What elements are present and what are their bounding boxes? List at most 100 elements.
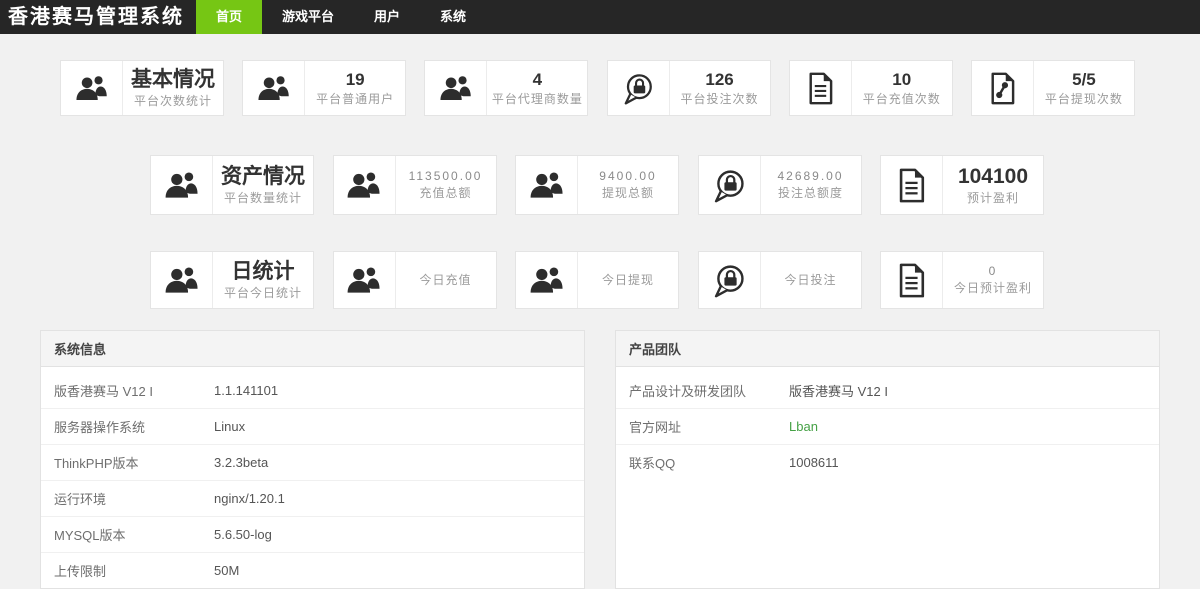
stat-subtitle: 平台次数统计 (134, 94, 212, 108)
product-team-panel: 产品团队 产品设计及研发团队 版香港赛马 V12 I 官方网址 Lban 联系Q… (615, 330, 1160, 589)
file-share-icon (972, 61, 1034, 115)
stat-subtitle: 平台普通用户 (316, 92, 394, 106)
info-row: 运行环境 nginx/1.20.1 (41, 480, 584, 516)
stat-value: 0 (989, 265, 998, 279)
info-row: 产品设计及研发团队 版香港赛马 V12 I (616, 373, 1159, 408)
users-icon (516, 156, 578, 214)
stat-subtitle: 充值总额 (419, 186, 471, 200)
info-label: 上传限制 (54, 561, 214, 580)
stat-card-bet-total: 42689.00 投注总额度 (698, 155, 862, 215)
stat-value: 9400.00 (599, 170, 656, 184)
info-label: MYSQL版本 (54, 525, 214, 544)
info-label: 运行环境 (54, 489, 214, 508)
stats-row-basic: 基本情况 平台次数统计 19 平台普通用户 4 平台代理商数量 126 平台投注… (60, 60, 1135, 116)
nav-item-home[interactable]: 首页 (196, 0, 262, 34)
stat-subtitle: 平台投注次数 (681, 92, 759, 106)
stat-subtitle: 预计盈利 (967, 191, 1019, 205)
info-label: 产品设计及研发团队 (629, 381, 789, 400)
info-label: 官方网址 (629, 417, 789, 436)
stat-card-bet-count: 126 平台投注次数 (607, 60, 771, 116)
stat-value: 126 (705, 70, 733, 90)
info-label: ThinkPHP版本 (54, 453, 214, 472)
info-value: 1.1.141101 (214, 383, 278, 398)
stat-card-basic-overview: 基本情况 平台次数统计 (60, 60, 224, 116)
stat-subtitle: 投注总额度 (778, 186, 843, 200)
stat-card-recharge-total: 113500.00 充值总额 (333, 155, 497, 215)
info-value: 3.2.3beta (214, 455, 268, 470)
info-value: 版香港赛马 V12 I (789, 381, 888, 400)
stat-card-agents: 4 平台代理商数量 (424, 60, 588, 116)
info-row: 官方网址 Lban (616, 408, 1159, 444)
stats-row-assets: 资产情况 平台数量统计 113500.00 充值总额 9400.00 提现总额 … (150, 155, 1044, 215)
stat-value: 104100 (958, 165, 1028, 189)
stat-subtitle: 今日提现 (602, 273, 654, 287)
stat-subtitle: 平台充值次数 (863, 92, 941, 106)
top-navbar: 香港赛马管理系统 首页 游戏平台 用户 系统 (0, 0, 1200, 34)
panel-title: 系统信息 (41, 331, 584, 367)
info-row: 版香港赛马 V12 I 1.1.141101 (41, 373, 584, 408)
stat-card-today-profit: 0 今日预计盈利 (880, 251, 1044, 309)
stat-title: 日统计 (232, 260, 295, 284)
chat-lock-icon (699, 156, 761, 214)
file-text-icon (881, 156, 943, 214)
file-text-icon (790, 61, 852, 115)
chat-lock-icon (699, 252, 761, 308)
users-icon (334, 156, 396, 214)
stat-value: 42689.00 (777, 170, 843, 184)
info-value: 5.6.50-log (214, 527, 272, 542)
info-value: nginx/1.20.1 (214, 491, 285, 506)
info-label: 版香港赛马 V12 I (54, 381, 214, 400)
stat-title: 基本情况 (131, 68, 215, 92)
info-row: 联系QQ 1008611 (616, 444, 1159, 480)
stat-card-today-overview: 日统计 平台今日统计 (150, 251, 314, 309)
users-icon (151, 252, 213, 308)
stat-subtitle: 提现总额 (602, 186, 654, 200)
stat-card-today-bet: 今日投注 (698, 251, 862, 309)
users-icon (243, 61, 305, 115)
stat-card-expected-profit: 104100 预计盈利 (880, 155, 1044, 215)
info-value: 50M (214, 563, 239, 578)
info-panels: 系统信息 版香港赛马 V12 I 1.1.141101 服务器操作系统 Linu… (40, 330, 1160, 589)
info-label: 服务器操作系统 (54, 417, 214, 436)
info-row: MYSQL版本 5.6.50-log (41, 516, 584, 552)
stats-row-today: 日统计 平台今日统计 今日充值 今日提现 今日投注 0 今日预计盈利 (150, 251, 1044, 309)
stat-subtitle: 今日充值 (419, 273, 471, 287)
stat-subtitle: 平台数量统计 (224, 191, 302, 205)
file-text-icon (881, 252, 943, 308)
stat-subtitle: 今日预计盈利 (954, 281, 1032, 295)
stat-card-today-recharge: 今日充值 (333, 251, 497, 309)
info-label: 联系QQ (629, 453, 789, 472)
stat-card-recharge-count: 10 平台充值次数 (789, 60, 953, 116)
stat-title: 资产情况 (221, 165, 305, 189)
stat-card-withdraw-count: 5/5 平台提现次数 (971, 60, 1135, 116)
panel-title: 产品团队 (616, 331, 1159, 367)
nav-item-game-platform[interactable]: 游戏平台 (262, 0, 354, 34)
stat-value: 113500.00 (409, 170, 483, 184)
users-icon (516, 252, 578, 308)
info-row: 服务器操作系统 Linux (41, 408, 584, 444)
stat-subtitle: 平台代理商数量 (492, 92, 583, 106)
stat-subtitle: 平台今日统计 (224, 286, 302, 300)
stat-subtitle: 平台提现次数 (1045, 92, 1123, 106)
stat-value: 4 (533, 70, 542, 90)
users-icon (425, 61, 487, 115)
chat-lock-icon (608, 61, 670, 115)
system-info-panel: 系统信息 版香港赛马 V12 I 1.1.141101 服务器操作系统 Linu… (40, 330, 585, 589)
stat-card-assets-overview: 资产情况 平台数量统计 (150, 155, 314, 215)
stat-subtitle: 今日投注 (784, 273, 836, 287)
users-icon (61, 61, 123, 115)
info-value: Linux (214, 419, 245, 434)
nav-item-system[interactable]: 系统 (420, 0, 486, 34)
stat-card-normal-users: 19 平台普通用户 (242, 60, 406, 116)
stat-card-withdraw-total: 9400.00 提现总额 (515, 155, 679, 215)
stat-value: 5/5 (1072, 70, 1096, 90)
users-icon (151, 156, 213, 214)
nav-item-users[interactable]: 用户 (354, 0, 420, 34)
info-row: 上传限制 50M (41, 552, 584, 588)
app-title: 香港赛马管理系统 (0, 0, 196, 34)
info-value: 1008611 (789, 455, 839, 470)
official-site-link[interactable]: Lban (789, 419, 818, 434)
info-row: ThinkPHP版本 3.2.3beta (41, 444, 584, 480)
stat-value: 10 (892, 70, 911, 90)
users-icon (334, 252, 396, 308)
